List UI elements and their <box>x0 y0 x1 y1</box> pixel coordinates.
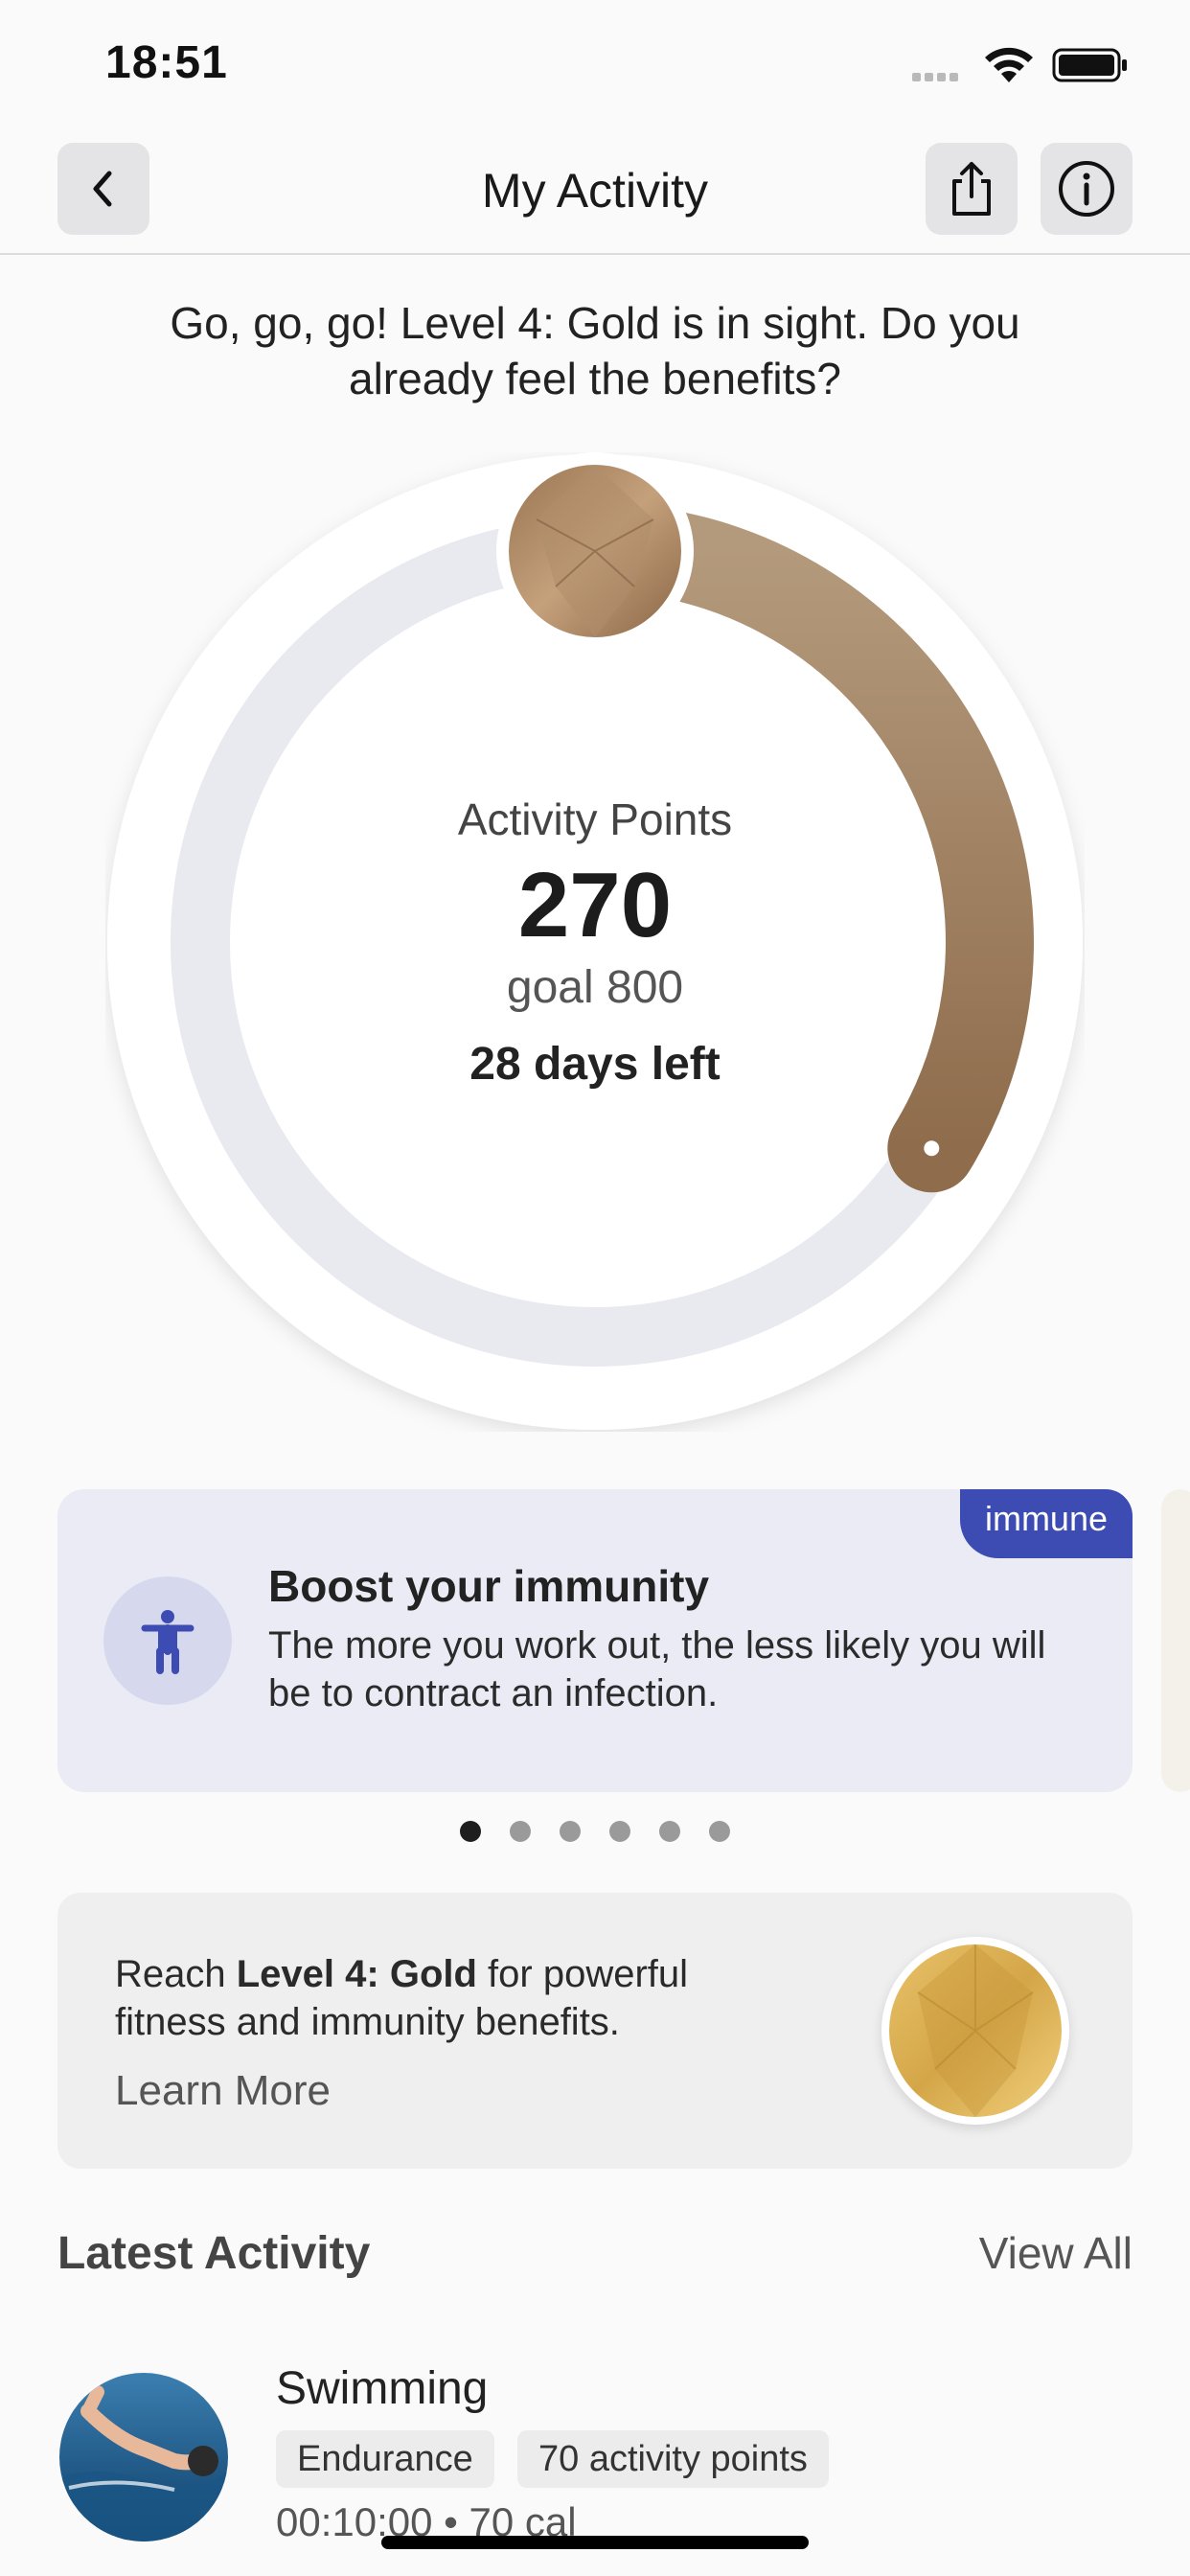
share-icon <box>952 162 991 216</box>
battery-icon <box>1052 48 1127 82</box>
wifi-icon <box>985 47 1033 82</box>
tip-card[interactable]: immune Boost your immunity The more you … <box>57 1489 1133 1792</box>
tip-text: The more you work out, the less likely y… <box>268 1624 1046 1714</box>
page-dot[interactable] <box>460 1821 481 1842</box>
info-button[interactable] <box>1041 143 1133 235</box>
share-button[interactable] <box>926 143 1018 235</box>
tip-badge: immune <box>959 1489 1133 1558</box>
page-dot[interactable] <box>709 1821 730 1842</box>
home-indicator[interactable] <box>381 2536 809 2549</box>
next-card-peek[interactable] <box>1161 1489 1190 1792</box>
bronze-medal-icon <box>496 452 694 650</box>
activity-thumbnail[interactable] <box>59 2373 228 2542</box>
activity-points-goal: goal 800 <box>506 962 684 1013</box>
days-left: 28 days left <box>469 1039 721 1090</box>
swimmer-image <box>59 2373 228 2542</box>
latest-activity-heading: Latest Activity <box>57 2228 371 2279</box>
page-dot[interactable] <box>609 1821 630 1842</box>
activity-tag-category: Endurance <box>276 2430 494 2488</box>
activity-tag-points: 70 activity points <box>517 2430 829 2488</box>
nav-bar: My Activity <box>0 125 1190 255</box>
info-icon <box>1059 161 1114 217</box>
progress-knob <box>924 1140 940 1157</box>
signal-icon <box>912 69 962 86</box>
gold-medal-icon <box>881 1937 1069 2125</box>
view-all-link[interactable]: View All <box>979 2227 1133 2279</box>
page-dot[interactable] <box>659 1821 680 1842</box>
learn-more-link[interactable]: Learn More <box>115 2067 331 2115</box>
motivation-text: Go, go, go! Level 4: Gold is in sight. D… <box>170 298 1020 403</box>
level-card[interactable]: Reach Level 4: Gold for powerful fitness… <box>57 1893 1133 2169</box>
activity-points-value: 270 <box>517 854 673 956</box>
tip-title: Boost your immunity <box>268 1561 710 1611</box>
status-time: 18:51 <box>105 37 228 88</box>
page-dot[interactable] <box>560 1821 581 1842</box>
level-text: Reach Level 4: Gold for powerful fitness… <box>115 1953 689 2043</box>
activity-points-label: Activity Points <box>457 794 733 844</box>
page-dot[interactable] <box>510 1821 531 1842</box>
person-icon <box>103 1576 232 1705</box>
page-indicator[interactable] <box>0 1821 1190 1842</box>
activity-title[interactable]: Swimming <box>276 2362 488 2415</box>
